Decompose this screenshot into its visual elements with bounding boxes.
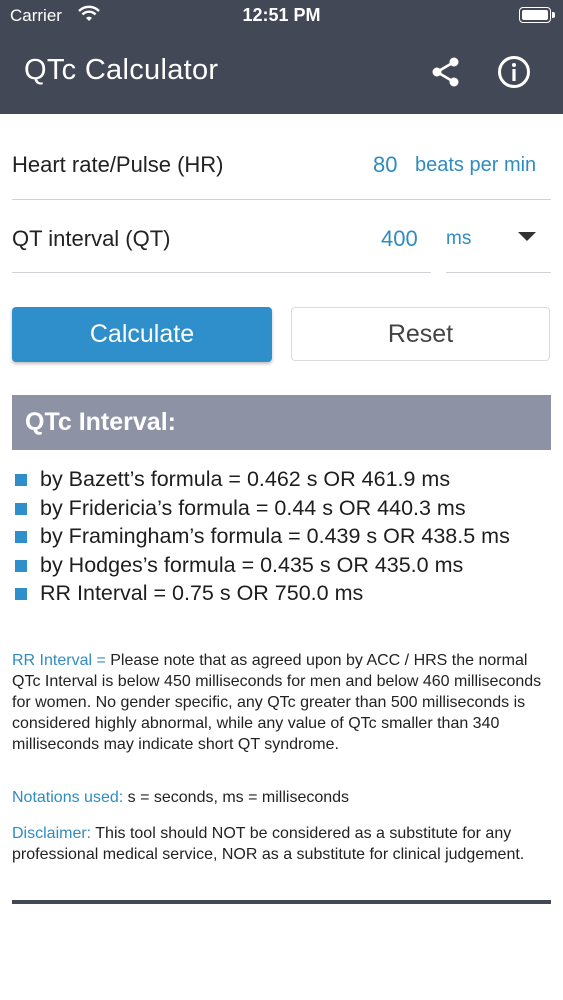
list-item: RR Interval = 0.75 s OR 750.0 ms [12, 579, 552, 608]
app-title: QTc Calculator [24, 54, 219, 86]
hr-divider [12, 199, 551, 200]
notations-key: Notations used: [12, 789, 124, 806]
battery-icon [519, 7, 555, 23]
result-text: by Fridericia’s formula = 0.44 s OR 440.… [40, 495, 466, 520]
qt-input[interactable]: 400 [381, 226, 418, 252]
list-item: by Bazett’s formula = 0.462 s OR 461.9 m… [12, 465, 552, 494]
chevron-down-icon[interactable] [518, 232, 536, 241]
notations-text: s = seconds, ms = milliseconds [123, 789, 350, 806]
clock-time: 12:51 PM [242, 5, 321, 25]
calculate-button[interactable]: Calculate [12, 307, 272, 362]
rr-note-key: RR Interval = [12, 652, 106, 669]
notations-note: Notations used: s = seconds, ms = millis… [12, 787, 552, 808]
divider [12, 900, 551, 904]
qt-label: QT interval (QT) [12, 226, 171, 251]
results-heading: QTc Interval: [12, 395, 551, 450]
rr-note: RR Interval = Please note that as agreed… [12, 650, 552, 755]
qt-unit-select[interactable]: ms [446, 228, 471, 250]
bullet-icon [15, 474, 27, 486]
hr-unit: beats per min [415, 154, 537, 176]
list-item: by Framingham’s formula = 0.439 s OR 438… [12, 522, 552, 551]
bullet-icon [15, 559, 27, 572]
info-icon[interactable] [496, 54, 532, 90]
result-text: by Hodges’s formula = 0.435 s OR 435.0 m… [40, 552, 464, 577]
list-item: by Fridericia’s formula = 0.44 s OR 440.… [12, 494, 552, 523]
disclaimer-key: Disclaimer: [12, 825, 92, 842]
list-item: by Hodges’s formula = 0.435 s OR 435.0 m… [12, 551, 552, 580]
bullet-icon [15, 531, 27, 543]
qt-divider [12, 272, 431, 273]
disclaimer-note: Disclaimer: This tool should NOT be cons… [12, 823, 552, 865]
reset-button[interactable]: Reset [291, 307, 550, 361]
share-icon[interactable] [428, 54, 464, 90]
app-bar: QTc Calculator [0, 32, 563, 114]
hr-label: Heart rate/Pulse (HR) [12, 152, 224, 177]
results-list: by Bazett’s formula = 0.462 s OR 461.9 m… [12, 465, 552, 608]
hr-input[interactable]: 80 [373, 152, 397, 178]
status-bar: Carrier 12:51 PM [0, 0, 563, 32]
result-text: by Framingham’s formula = 0.439 s OR 438… [40, 524, 510, 548]
result-text: by Bazett’s formula = 0.462 s OR 461.9 m… [40, 467, 451, 491]
bullet-icon [15, 588, 27, 600]
result-text: RR Interval = 0.75 s OR 750.0 ms [40, 581, 364, 605]
bullet-icon [15, 502, 27, 515]
unit-divider [446, 272, 551, 273]
